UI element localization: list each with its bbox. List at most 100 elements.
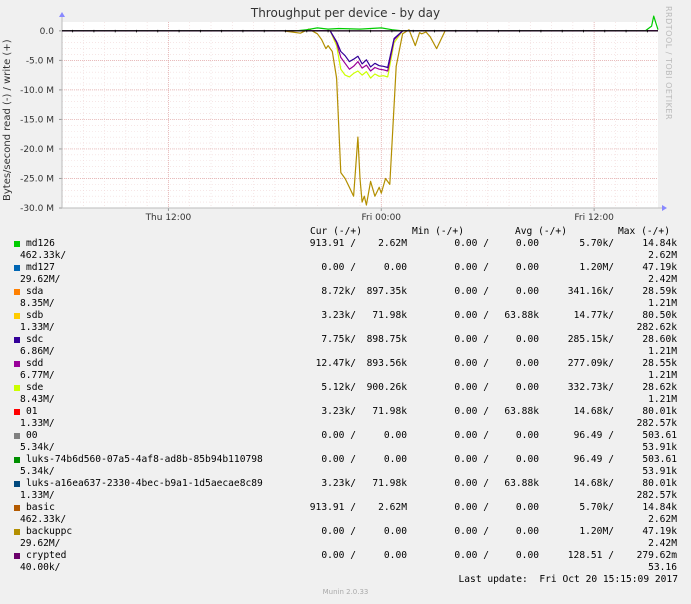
legend-value-max: 503.61 xyxy=(642,454,677,465)
legend-row-00: 00 0.00 / 0.00 0.00 / 0.00 96.49 / 503.61 5.34k… xyxy=(0,430,691,454)
legend-value-min: 0.00 / xyxy=(454,502,489,513)
legend-continued-right: 53.16 xyxy=(648,562,677,573)
legend-value-min2: 0.00 xyxy=(515,358,539,369)
legend-value-cur2: 2.62M xyxy=(378,238,407,249)
legend-value-avg: 96.49 / xyxy=(573,454,614,465)
legend-value-avg: 277.09k/ xyxy=(567,358,614,369)
legend-value-max: 47.19k xyxy=(642,262,677,273)
legend-value-avg: 332.73k/ xyxy=(567,382,614,393)
legend-swatch xyxy=(14,265,20,271)
legend-continued-right: 2.62M xyxy=(648,250,677,261)
legend-series-name: sdb xyxy=(26,310,44,321)
legend-series-name: md126 xyxy=(26,238,55,249)
legend-series-name: 00 xyxy=(26,430,38,441)
legend-value-avg: 128.51 / xyxy=(567,550,614,561)
legend-swatch xyxy=(14,313,20,319)
legend-continued-right: 1.21M xyxy=(648,394,677,405)
legend-value-cur: 5.12k/ xyxy=(321,382,356,393)
legend-continued-left: 462.33k/ xyxy=(20,250,67,261)
legend-value-min2: 63.88k xyxy=(504,406,539,417)
legend-value-cur2: 2.62M xyxy=(378,502,407,513)
legend-value-cur: 3.23k/ xyxy=(321,478,356,489)
legend-series-name: basic xyxy=(26,502,55,513)
legend-swatch xyxy=(14,433,20,439)
legend-value-min: 0.00 / xyxy=(454,238,489,249)
legend-value-min: 0.00 / xyxy=(454,382,489,393)
legend-header-max: Max (-/+) xyxy=(618,226,670,237)
legend-value-max: 28.55k xyxy=(642,358,677,369)
legend-value-max: 503.61 xyxy=(642,430,677,441)
legend-value-cur2: 0.00 xyxy=(383,454,407,465)
legend-value-avg: 341.16k/ xyxy=(567,286,614,297)
legend-series-name: luks-74b6d560-07a5-4af8-ad8b-85b94b11079… xyxy=(26,454,263,465)
legend-continued-right: 282.62k xyxy=(636,322,677,333)
legend-value-max: 28.60k xyxy=(642,334,677,345)
legend-value-min2: 63.88k xyxy=(504,310,539,321)
legend-value-cur: 7.75k/ xyxy=(321,334,356,345)
legend-value-min2: 0.00 xyxy=(515,430,539,441)
legend-swatch xyxy=(14,457,20,463)
legend-continued-right: 282.57k xyxy=(636,418,677,429)
legend-continued-left: 8.35M/ xyxy=(20,298,55,309)
legend-row-01: 01 3.23k/71.98k 0.00 / 63.88k 14.68k/80.01k 1… xyxy=(0,406,691,430)
legend-value-max: 28.62k xyxy=(642,382,677,393)
legend-value-min2: 0.00 xyxy=(515,502,539,513)
legend-value-min: 0.00 / xyxy=(454,430,489,441)
legend-series-name: sde xyxy=(26,382,44,393)
legend-value-max: 80.01k xyxy=(642,478,677,489)
legend-row-sde: sde 5.12k/900.26k 0.00 / 0.00 332.73k/28.62k… xyxy=(0,382,691,406)
chart-canvas: 0.0 -5.0 M -10.0 M -15.0 M -20.0 M -25.0 M -30… xyxy=(20,12,667,223)
munin-version-footer: Munin 2.0.33 xyxy=(322,588,369,596)
legend-row-backuppc: backuppc 0.00 / 0.00 0.00 / 0.00 1.20M/47.19k… xyxy=(0,526,691,550)
legend-value-min2: 0.00 xyxy=(515,238,539,249)
legend-value-cur2: 71.98k xyxy=(372,310,407,321)
legend-value-cur2: 898.75k xyxy=(366,334,407,345)
legend-value-max: 80.01k xyxy=(642,406,677,417)
legend-swatch xyxy=(14,409,20,415)
legend-value-max: 80.50k xyxy=(642,310,677,321)
legend-swatch xyxy=(14,361,20,367)
legend-value-min: 0.00 / xyxy=(454,550,489,561)
x-axis-arrow xyxy=(662,205,667,211)
y-tick-label: -10.0 M xyxy=(20,86,54,96)
legend-value-min: 0.00 / xyxy=(454,334,489,345)
legend-row-sdb: sdb 3.23k/71.98k 0.00 / 63.88k 14.77k/80.50k… xyxy=(0,310,691,334)
legend-swatch xyxy=(14,505,20,511)
y-tick-label: -20.0 M xyxy=(20,145,54,155)
legend-value-max: 14.84k xyxy=(642,238,677,249)
legend-swatch xyxy=(14,337,20,343)
y-tick-label: -15.0 M xyxy=(20,115,54,125)
legend-continued-left: 6.86M/ xyxy=(20,346,55,357)
legend-value-min2: 0.00 xyxy=(515,382,539,393)
legend-value-min2: 0.00 xyxy=(515,262,539,273)
legend-swatch xyxy=(14,529,20,535)
legend-value-min2: 0.00 xyxy=(515,334,539,345)
legend-value-cur2: 897.35k xyxy=(366,286,407,297)
legend-value-cur2: 71.98k xyxy=(372,478,407,489)
legend-value-avg: 14.77k/ xyxy=(573,310,614,321)
legend-value-avg: 14.68k/ xyxy=(573,478,614,489)
legend-value-max: 28.59k xyxy=(642,286,677,297)
legend-value-avg: 285.15k/ xyxy=(567,334,614,345)
legend-continued-right: 1.21M xyxy=(648,298,677,309)
legend-row-sda: sda 8.72k/897.35k 0.00 / 0.00 341.16k/28.59k… xyxy=(0,286,691,310)
legend-value-cur2: 0.00 xyxy=(383,430,407,441)
legend-swatch xyxy=(14,553,20,559)
legend-value-cur: 8.72k/ xyxy=(321,286,356,297)
legend-value-max: 14.84k xyxy=(642,502,677,513)
legend-value-cur2: 0.00 xyxy=(383,526,407,537)
legend-continued-right: 53.91k xyxy=(642,442,677,453)
y-tick-label: 0.0 xyxy=(40,27,55,37)
x-tick-label: Thu 12:00 xyxy=(145,213,192,223)
legend-series-name: backuppc xyxy=(26,526,73,537)
legend-value-cur2: 900.26k xyxy=(366,382,407,393)
legend-row-luks-74b6d560-07a5-4af8-ad8b-85b94b110798: luks-74b6d560-07a5-4af8-ad8b-85b94b11079… xyxy=(0,454,691,478)
legend-continued-right: 282.57k xyxy=(636,490,677,501)
legend-value-min2: 0.00 xyxy=(515,286,539,297)
legend-value-min: 0.00 / xyxy=(454,262,489,273)
legend-value-min: 0.00 / xyxy=(454,406,489,417)
legend-continued-left: 29.62M/ xyxy=(20,274,61,285)
legend-continued-left: 1.33M/ xyxy=(20,490,55,501)
legend-value-max: 279.62m xyxy=(636,550,677,561)
legend-value-cur2: 71.98k xyxy=(372,406,407,417)
